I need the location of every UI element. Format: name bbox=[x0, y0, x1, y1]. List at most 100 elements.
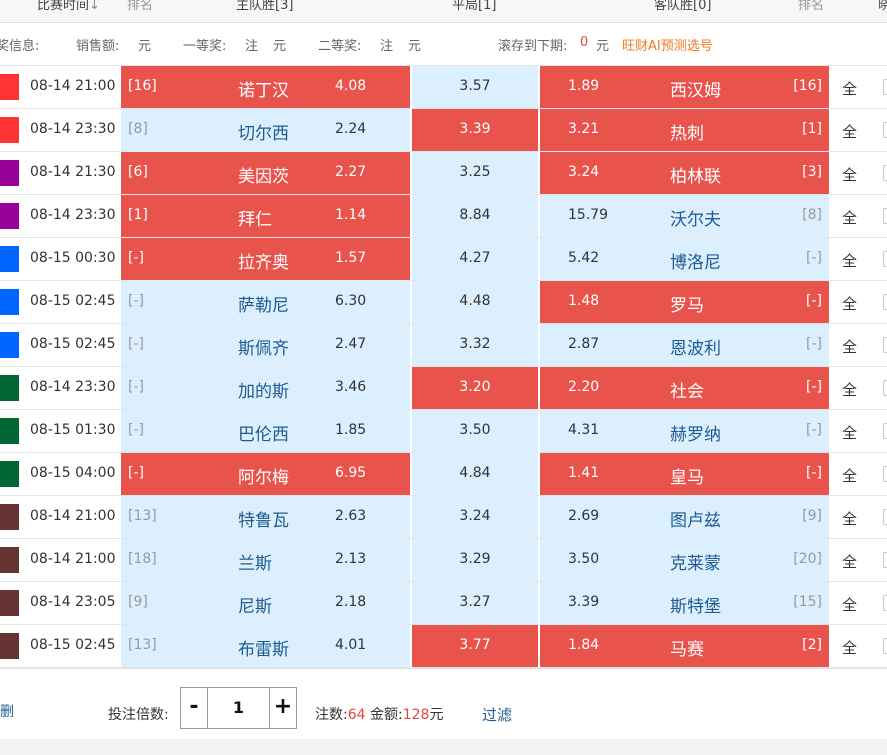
select-all-button[interactable]: 全 bbox=[842, 207, 857, 228]
away-win-option[interactable]: 3.24 柏林联 [3] bbox=[540, 152, 829, 194]
select-all-button[interactable]: 全 bbox=[842, 465, 857, 486]
away-win-option[interactable]: 2.87 恩波利 [-] bbox=[540, 324, 829, 366]
select-all-button[interactable]: 全 bbox=[842, 336, 857, 357]
multiplier-input[interactable]: 1 bbox=[208, 688, 269, 728]
home-team: 特鲁瓦 bbox=[238, 511, 289, 531]
select-all-button[interactable]: 全 bbox=[842, 551, 857, 572]
draw-option[interactable]: 4.48 bbox=[412, 281, 538, 323]
home-odds: 1.85 bbox=[335, 422, 367, 438]
row-checkbox[interactable] bbox=[883, 79, 887, 95]
home-win-option[interactable]: [8] 切尔西 2.24 bbox=[121, 109, 410, 151]
row-checkbox[interactable] bbox=[883, 294, 887, 310]
draw-option[interactable]: 3.20 bbox=[412, 367, 538, 409]
home-win-option[interactable]: [16] 诺丁汉 4.08 bbox=[121, 66, 410, 108]
select-all-button[interactable]: 全 bbox=[842, 250, 857, 271]
home-win-option[interactable]: [6] 美因茨 2.27 bbox=[121, 152, 410, 194]
ai-prediction-link[interactable]: 旺财AI预测选号 bbox=[622, 35, 713, 54]
draw-option[interactable]: 4.84 bbox=[412, 453, 538, 495]
away-win-option[interactable]: 1.48 罗马 [-] bbox=[540, 281, 829, 323]
away-win-option[interactable]: 1.84 马赛 [2] bbox=[540, 625, 829, 667]
home-team: 诺丁汉 bbox=[238, 81, 289, 101]
row-checkbox[interactable] bbox=[883, 509, 887, 525]
home-team: 巴伦西 bbox=[238, 425, 289, 445]
away-win-option[interactable]: 3.21 热刺 [1] bbox=[540, 109, 829, 151]
select-all-button[interactable]: 全 bbox=[842, 293, 857, 314]
draw-option[interactable]: 3.25 bbox=[412, 152, 538, 194]
draw-odds: 4.27 bbox=[459, 250, 491, 266]
select-all-button[interactable]: 全 bbox=[842, 422, 857, 443]
draw-option[interactable]: 3.27 bbox=[412, 582, 538, 624]
select-all-button[interactable]: 全 bbox=[842, 121, 857, 142]
home-rank: [-] bbox=[128, 465, 144, 481]
draw-odds: 3.29 bbox=[459, 551, 491, 567]
select-all-button[interactable]: 全 bbox=[842, 379, 857, 400]
draw-option[interactable]: 3.57 bbox=[412, 66, 538, 108]
home-win-option[interactable]: [-] 巴伦西 1.85 bbox=[121, 410, 410, 452]
header-rank-away: 排名 bbox=[798, 0, 825, 13]
away-win-option[interactable]: 1.89 西汉姆 [16] bbox=[540, 66, 829, 108]
match-time: 08-15 02:45 bbox=[30, 293, 116, 309]
home-win-option[interactable]: [1] 拜仁 1.14 bbox=[121, 195, 410, 237]
away-win-option[interactable]: 15.79 沃尔夫 [8] bbox=[540, 195, 829, 237]
away-team: 热刺 bbox=[670, 124, 704, 144]
home-win-option[interactable]: [-] 萨勒尼 6.30 bbox=[121, 281, 410, 323]
away-win-option[interactable]: 2.69 图卢兹 [9] bbox=[540, 496, 829, 538]
row-checkbox[interactable] bbox=[883, 466, 887, 482]
row-checkbox[interactable] bbox=[883, 337, 887, 353]
away-win-option[interactable]: 1.41 皇马 [-] bbox=[540, 453, 829, 495]
row-checkbox[interactable] bbox=[883, 423, 887, 439]
draw-option[interactable]: 8.84 bbox=[412, 195, 538, 237]
filter-link[interactable]: 过滤 bbox=[482, 704, 512, 725]
league-color-swatch bbox=[0, 504, 19, 530]
home-win-option[interactable]: [-] 斯佩齐 2.47 bbox=[121, 324, 410, 366]
row-checkbox[interactable] bbox=[883, 208, 887, 224]
draw-option[interactable]: 3.24 bbox=[412, 496, 538, 538]
bet-footer: 删 投注倍数: - 1 + 注数:64 金额:128元 过滤 bbox=[0, 668, 887, 740]
home-win-option[interactable]: [18] 兰斯 2.13 bbox=[121, 539, 410, 581]
row-checkbox[interactable] bbox=[883, 552, 887, 568]
draw-option[interactable]: 3.50 bbox=[412, 410, 538, 452]
row-checkbox[interactable] bbox=[883, 251, 887, 267]
draw-option[interactable]: 4.27 bbox=[412, 238, 538, 280]
home-win-option[interactable]: [9] 尼斯 2.18 bbox=[121, 582, 410, 624]
home-win-option[interactable]: [-] 加的斯 3.46 bbox=[121, 367, 410, 409]
select-all-button[interactable]: 全 bbox=[842, 508, 857, 529]
match-row: 08-15 02:45 [-] 萨勒尼 6.30 4.48 1.48 罗马 [-] 全 bbox=[0, 281, 887, 324]
match-time: 08-15 02:45 bbox=[30, 336, 116, 352]
draw-option[interactable]: 3.29 bbox=[412, 539, 538, 581]
league-color-swatch bbox=[0, 203, 19, 229]
away-win-option[interactable]: 5.42 博洛尼 [-] bbox=[540, 238, 829, 280]
minus-button[interactable]: - bbox=[181, 688, 208, 728]
select-all-button[interactable]: 全 bbox=[842, 637, 857, 658]
row-checkbox[interactable] bbox=[883, 595, 887, 611]
league-color-swatch bbox=[0, 117, 19, 143]
select-all-button[interactable]: 全 bbox=[842, 78, 857, 99]
away-win-option[interactable]: 4.31 赫罗纳 [-] bbox=[540, 410, 829, 452]
select-all-button[interactable]: 全 bbox=[842, 164, 857, 185]
home-win-option[interactable]: [-] 拉齐奥 1.57 bbox=[121, 238, 410, 280]
header-time[interactable]: 比赛时间↓ bbox=[37, 0, 100, 13]
league-color-swatch bbox=[0, 74, 19, 100]
row-checkbox[interactable] bbox=[883, 638, 887, 654]
draw-option[interactable]: 3.32 bbox=[412, 324, 538, 366]
draw-option[interactable]: 3.77 bbox=[412, 625, 538, 667]
home-win-option[interactable]: [13] 布雷斯 4.01 bbox=[121, 625, 410, 667]
row-checkbox[interactable] bbox=[883, 380, 887, 396]
home-win-option[interactable]: [-] 阿尔梅 6.95 bbox=[121, 453, 410, 495]
away-win-option[interactable]: 3.50 克莱蒙 [20] bbox=[540, 539, 829, 581]
away-odds: 2.87 bbox=[568, 336, 600, 352]
delete-link[interactable]: 删 bbox=[0, 701, 14, 721]
select-all-button[interactable]: 全 bbox=[842, 594, 857, 615]
plus-button[interactable]: + bbox=[269, 688, 296, 728]
second-prize-unit: 元 bbox=[408, 39, 422, 54]
row-checkbox[interactable] bbox=[883, 122, 887, 138]
draw-option[interactable]: 3.39 bbox=[412, 109, 538, 151]
home-rank: [1] bbox=[128, 207, 148, 223]
league-color-swatch bbox=[0, 160, 19, 186]
second-prize-label: 二等奖: bbox=[318, 39, 362, 54]
home-win-option[interactable]: [13] 特鲁瓦 2.63 bbox=[121, 496, 410, 538]
row-checkbox[interactable] bbox=[883, 165, 887, 181]
match-row: 08-14 21:00 [16] 诺丁汉 4.08 3.57 1.89 西汉姆 [16] 全 bbox=[0, 66, 887, 109]
away-win-option[interactable]: 3.39 斯特堡 [15] bbox=[540, 582, 829, 624]
away-win-option[interactable]: 2.20 社会 [-] bbox=[540, 367, 829, 409]
